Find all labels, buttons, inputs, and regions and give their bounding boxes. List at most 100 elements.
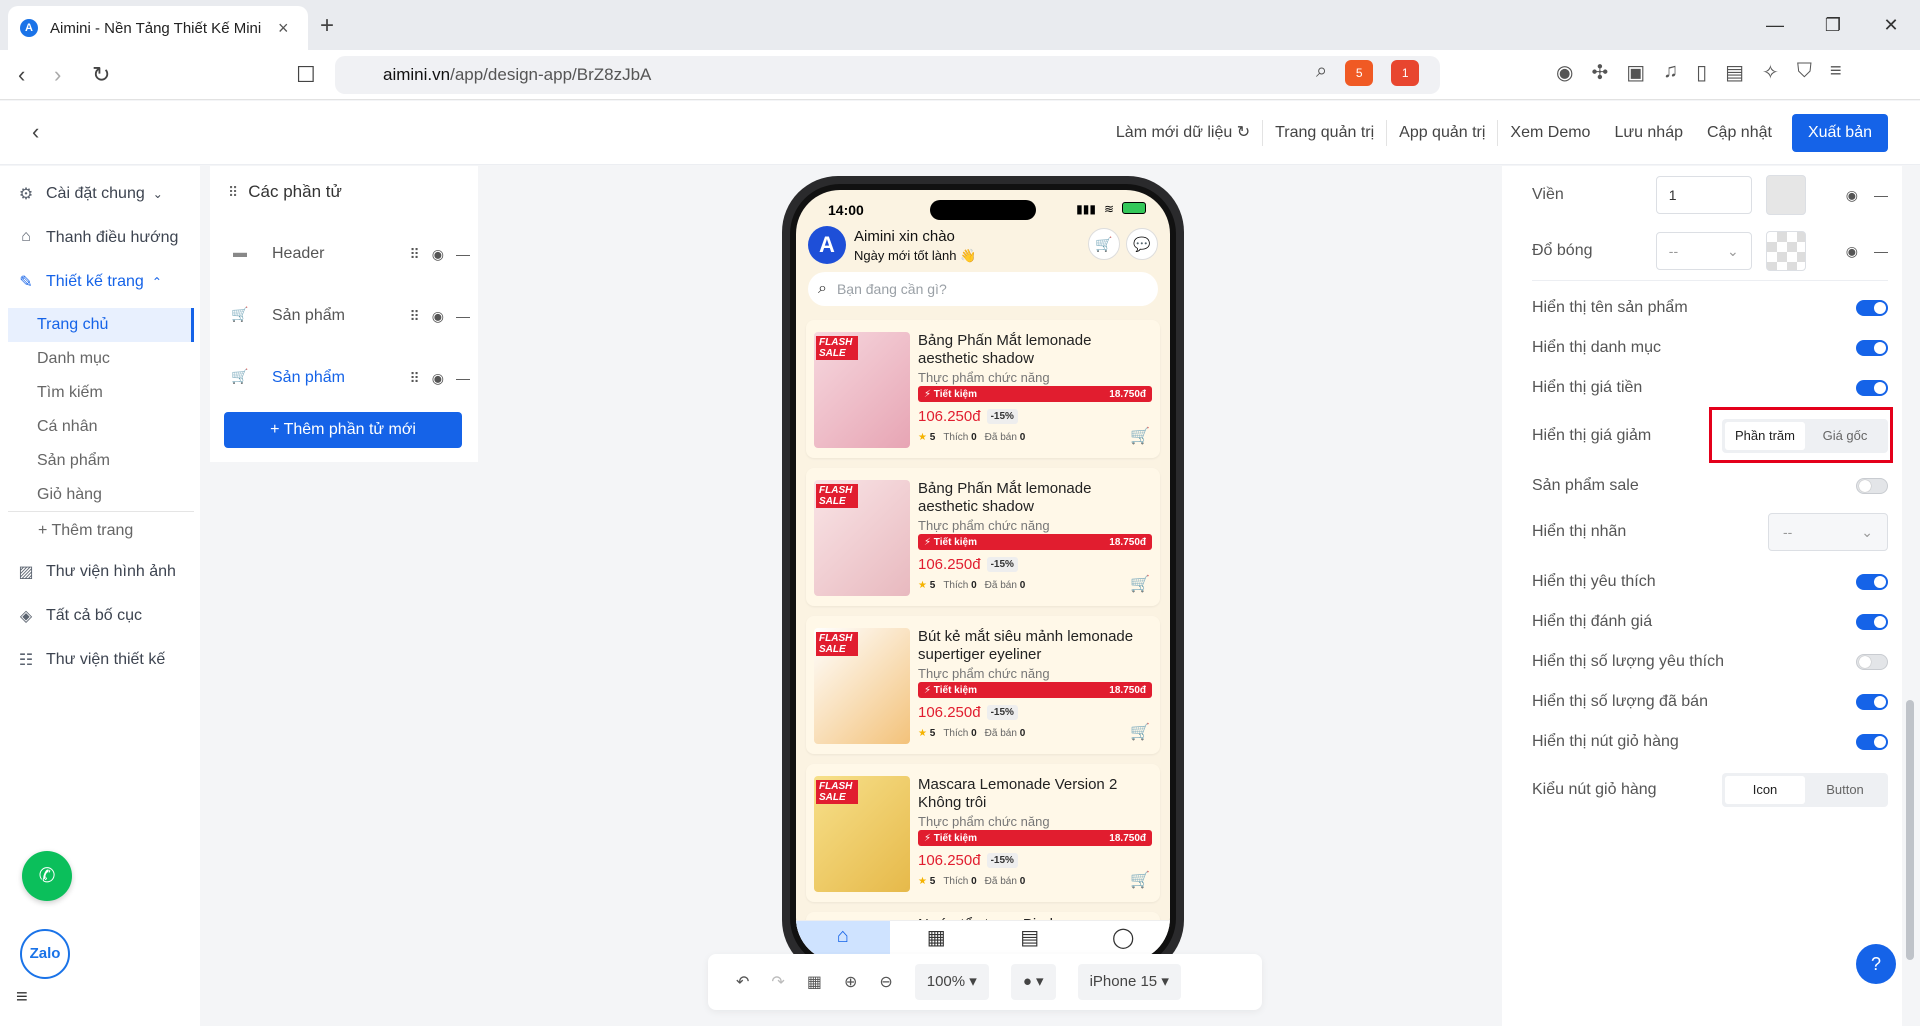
screenshot-icon[interactable]: ▣ xyxy=(1626,60,1645,85)
save-draft-button[interactable]: Lưu nháp xyxy=(1602,120,1695,146)
sidebar-icon[interactable]: ▯ xyxy=(1696,60,1707,85)
product-card[interactable]: FLASH SALE Mascara Lemonade Version 2 Kh… xyxy=(806,764,1160,902)
page-item-search[interactable]: Tìm kiếm xyxy=(8,376,194,410)
zoom-icon[interactable]: ⌕ xyxy=(1316,60,1327,86)
phone-call-icon[interactable]: ✆ xyxy=(22,851,72,901)
close-icon[interactable]: × xyxy=(278,18,289,39)
remove-icon[interactable]: — xyxy=(456,246,470,263)
vpn-icon[interactable]: ⛉ xyxy=(1797,60,1812,85)
device-select[interactable]: iPhone 15 ▾ xyxy=(1077,964,1181,1000)
zoom-select[interactable]: 100% ▾ xyxy=(914,964,989,1000)
drag-handle-icon[interactable]: ⠿ xyxy=(410,308,420,325)
show-sold-count-toggle[interactable] xyxy=(1856,694,1888,710)
add-to-cart-icon[interactable]: 🛒 xyxy=(1130,870,1150,890)
maximize-icon[interactable]: ❐ xyxy=(1804,15,1862,36)
border-color-swatch[interactable] xyxy=(1765,175,1806,215)
view-demo-button[interactable]: Xem Demo xyxy=(1498,120,1602,146)
border-width-input[interactable]: 1 xyxy=(1655,176,1752,214)
platform-select[interactable]: ● ▾ xyxy=(1010,964,1056,1000)
scrollbar[interactable] xyxy=(1906,700,1914,960)
show-favorite-toggle[interactable] xyxy=(1856,574,1888,590)
show-cart-button-toggle[interactable] xyxy=(1856,734,1888,750)
cart-style-icon-option[interactable]: Icon xyxy=(1725,776,1805,804)
show-name-toggle[interactable] xyxy=(1856,300,1888,316)
eye-icon[interactable]: ◉ xyxy=(432,308,444,325)
grid-icon[interactable]: ▦ xyxy=(807,972,822,992)
cart-icon[interactable]: 🛒 xyxy=(1088,228,1120,260)
brave-shield-icon[interactable]: 5 xyxy=(1345,60,1374,86)
help-button[interactable]: ? xyxy=(1856,944,1896,984)
cart-style-button-option[interactable]: Button xyxy=(1805,776,1885,804)
element-row-header[interactable]: ▬ Header ⠿ ◉ — xyxy=(230,234,470,274)
remove-icon[interactable]: — xyxy=(1874,243,1888,260)
drag-handle-icon[interactable]: ⠿ xyxy=(410,246,420,263)
redo-icon[interactable]: ↷ xyxy=(771,972,784,992)
eye-icon[interactable]: ◉ xyxy=(432,370,444,387)
page-item-profile[interactable]: Cá nhân xyxy=(8,410,194,444)
menu-icon[interactable]: ≡ xyxy=(1830,60,1842,85)
chat-icon[interactable]: 💬 xyxy=(1126,228,1158,260)
element-row-product-1[interactable]: 🛒 Sản phẩm ⠿ ◉ — xyxy=(230,296,470,336)
reload-icon[interactable]: ↻ xyxy=(92,62,110,88)
hamburger-icon[interactable]: ≡ xyxy=(16,986,28,1009)
add-to-cart-icon[interactable]: 🛒 xyxy=(1130,426,1150,446)
shadow-select[interactable]: -- ⌄ xyxy=(1655,232,1752,270)
publish-button[interactable]: Xuất bản xyxy=(1791,114,1888,152)
sidebar-item-design-library[interactable]: ☷ Thư viện thiết kế xyxy=(16,650,165,670)
sidebar-item-navigation[interactable]: ⌂ Thanh điều hướng xyxy=(16,228,178,248)
puzzle-icon[interactable]: ✣ xyxy=(1591,60,1608,85)
minimize-icon[interactable]: — xyxy=(1746,15,1804,36)
new-tab-icon[interactable]: + xyxy=(320,12,334,40)
admin-page-button[interactable]: Trang quản trị xyxy=(1263,120,1388,146)
page-item-category[interactable]: Danh mục xyxy=(8,342,194,376)
eye-icon[interactable]: ◉ xyxy=(1846,187,1858,204)
show-price-toggle[interactable] xyxy=(1856,380,1888,396)
element-row-product-2[interactable]: 🛒 Sản phẩm ⠿ ◉ — xyxy=(230,358,470,398)
zoom-out-icon[interactable]: ⊖ xyxy=(879,972,892,992)
undo-icon[interactable]: ↶ xyxy=(736,972,749,992)
music-icon[interactable]: ♫ xyxy=(1663,60,1678,85)
sidebar-item-all-layouts[interactable]: ◈ Tất cả bố cục xyxy=(16,606,142,626)
back-icon[interactable]: ‹ xyxy=(18,62,25,88)
page-item-cart[interactable]: Giỏ hàng xyxy=(8,478,194,512)
page-item-home[interactable]: Trang chủ xyxy=(8,308,194,342)
remove-icon[interactable]: — xyxy=(1874,187,1888,204)
sidebar-item-general-settings[interactable]: ⚙ Cài đặt chung ⌄ xyxy=(16,184,163,204)
product-card[interactable]: FLASH SALE Bảng Phấn Mắt lemonade aesthe… xyxy=(806,320,1160,458)
phone-search-input[interactable]: ⌕ Bạn đang cần gì? xyxy=(808,272,1158,306)
sale-product-toggle[interactable] xyxy=(1856,478,1888,494)
show-favorite-count-toggle[interactable] xyxy=(1856,654,1888,670)
add-element-button[interactable]: + Thêm phần tử mới xyxy=(224,412,462,448)
cookie-icon[interactable]: ◉ xyxy=(1556,60,1573,85)
drag-handle-icon[interactable]: ⠿ xyxy=(410,370,420,387)
page-item-product[interactable]: Sản phẩm xyxy=(8,444,194,478)
show-rating-toggle[interactable] xyxy=(1856,614,1888,630)
browser-tab[interactable]: A Aimini - Nền Tảng Thiết Kế Mini × xyxy=(8,6,308,50)
label-select[interactable]: -- ⌄ xyxy=(1768,513,1888,551)
wallet-icon[interactable]: ▤ xyxy=(1725,60,1744,85)
leo-icon[interactable]: ✧ xyxy=(1762,60,1779,85)
shadow-color-swatch[interactable] xyxy=(1765,231,1806,271)
zalo-button[interactable]: Zalo xyxy=(20,929,70,979)
remove-icon[interactable]: — xyxy=(456,308,470,325)
eye-icon[interactable]: ◉ xyxy=(1846,243,1858,260)
admin-app-button[interactable]: App quản trị xyxy=(1387,120,1499,146)
update-button[interactable]: Cập nhật xyxy=(1695,120,1784,146)
brave-alert-icon[interactable]: 1 xyxy=(1391,60,1420,86)
close-window-icon[interactable]: ✕ xyxy=(1862,15,1920,36)
remove-icon[interactable]: — xyxy=(456,370,470,387)
sidebar-item-page-design[interactable]: ✎ Thiết kế trang ⌃ xyxy=(16,272,162,292)
bookmark-icon[interactable]: ☐ xyxy=(296,62,316,88)
product-card[interactable]: FLASH SALE Bút kẻ mắt siêu mảnh lemonade… xyxy=(806,616,1160,754)
back-arrow-icon[interactable]: ‹ xyxy=(32,119,39,145)
add-page-button[interactable]: + Thêm trang xyxy=(8,514,194,548)
eye-icon[interactable]: ◉ xyxy=(432,246,444,263)
refresh-data-button[interactable]: Làm mới dữ liệu ↻ xyxy=(1104,120,1264,146)
url-field[interactable]: aimini.vn/app/design-app/BrZ8zJbA xyxy=(335,56,1440,94)
product-card[interactable]: FLASH SALE Bảng Phấn Mắt lemonade aesthe… xyxy=(806,468,1160,606)
zoom-in-icon[interactable]: ⊕ xyxy=(844,972,857,992)
sidebar-item-image-library[interactable]: ▨ Thư viện hình ảnh xyxy=(16,562,175,582)
show-category-toggle[interactable] xyxy=(1856,340,1888,356)
add-to-cart-icon[interactable]: 🛒 xyxy=(1130,574,1150,594)
add-to-cart-icon[interactable]: 🛒 xyxy=(1130,722,1150,742)
